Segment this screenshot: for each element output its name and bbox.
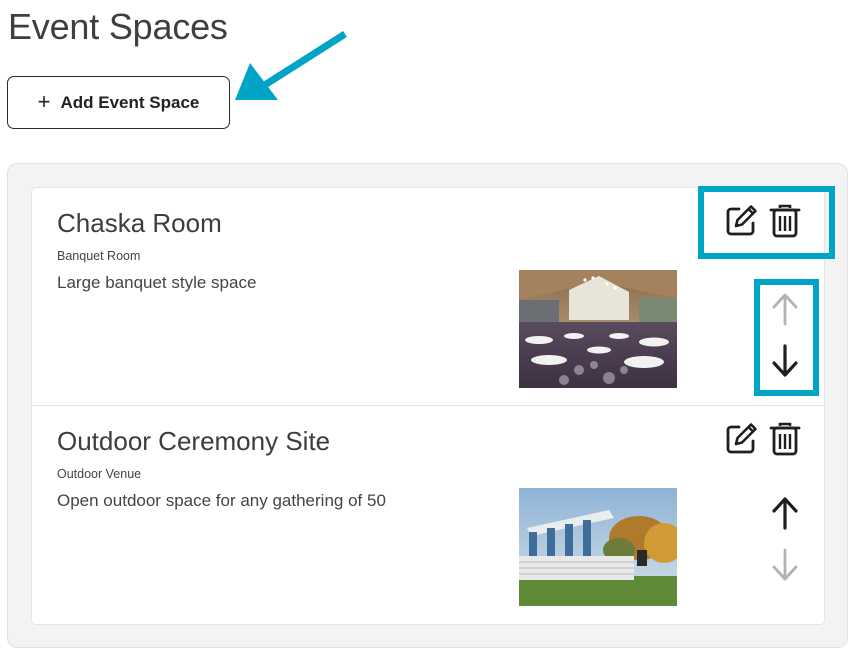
delete-button[interactable] <box>766 420 804 458</box>
move-down-button-disabled[interactable] <box>766 546 804 584</box>
event-space-name: Outdoor Ceremony Site <box>57 426 331 456</box>
add-event-space-button[interactable]: + Add Event Space <box>7 76 230 129</box>
event-space-type: Outdoor Venue <box>57 467 142 481</box>
event-space-card: Outdoor Ceremony Site Outdoor Venue Open… <box>32 406 824 625</box>
move-up-button[interactable] <box>766 494 804 532</box>
outdoor-ceremony-photo <box>519 488 677 606</box>
actions-highlight-box <box>698 186 835 259</box>
callout-arrow-annotation <box>235 31 347 100</box>
event-space-description: Large banquet style space <box>57 273 257 292</box>
event-space-name: Chaska Room <box>57 208 222 238</box>
edit-button[interactable] <box>722 420 760 458</box>
add-event-space-label: Add Event Space <box>60 92 200 112</box>
reorder-highlight-box <box>754 279 819 396</box>
banquet-room-photo <box>519 270 677 388</box>
event-space-description: Open outdoor space for any gathering of … <box>57 491 386 510</box>
plus-icon: + <box>37 88 51 114</box>
edit-icon <box>726 423 757 454</box>
page-title: Event Spaces <box>8 6 228 47</box>
trash-icon <box>769 422 801 456</box>
event-space-type: Banquet Room <box>57 249 141 263</box>
arrow-up-icon <box>772 497 798 530</box>
arrow-down-icon <box>772 548 798 581</box>
